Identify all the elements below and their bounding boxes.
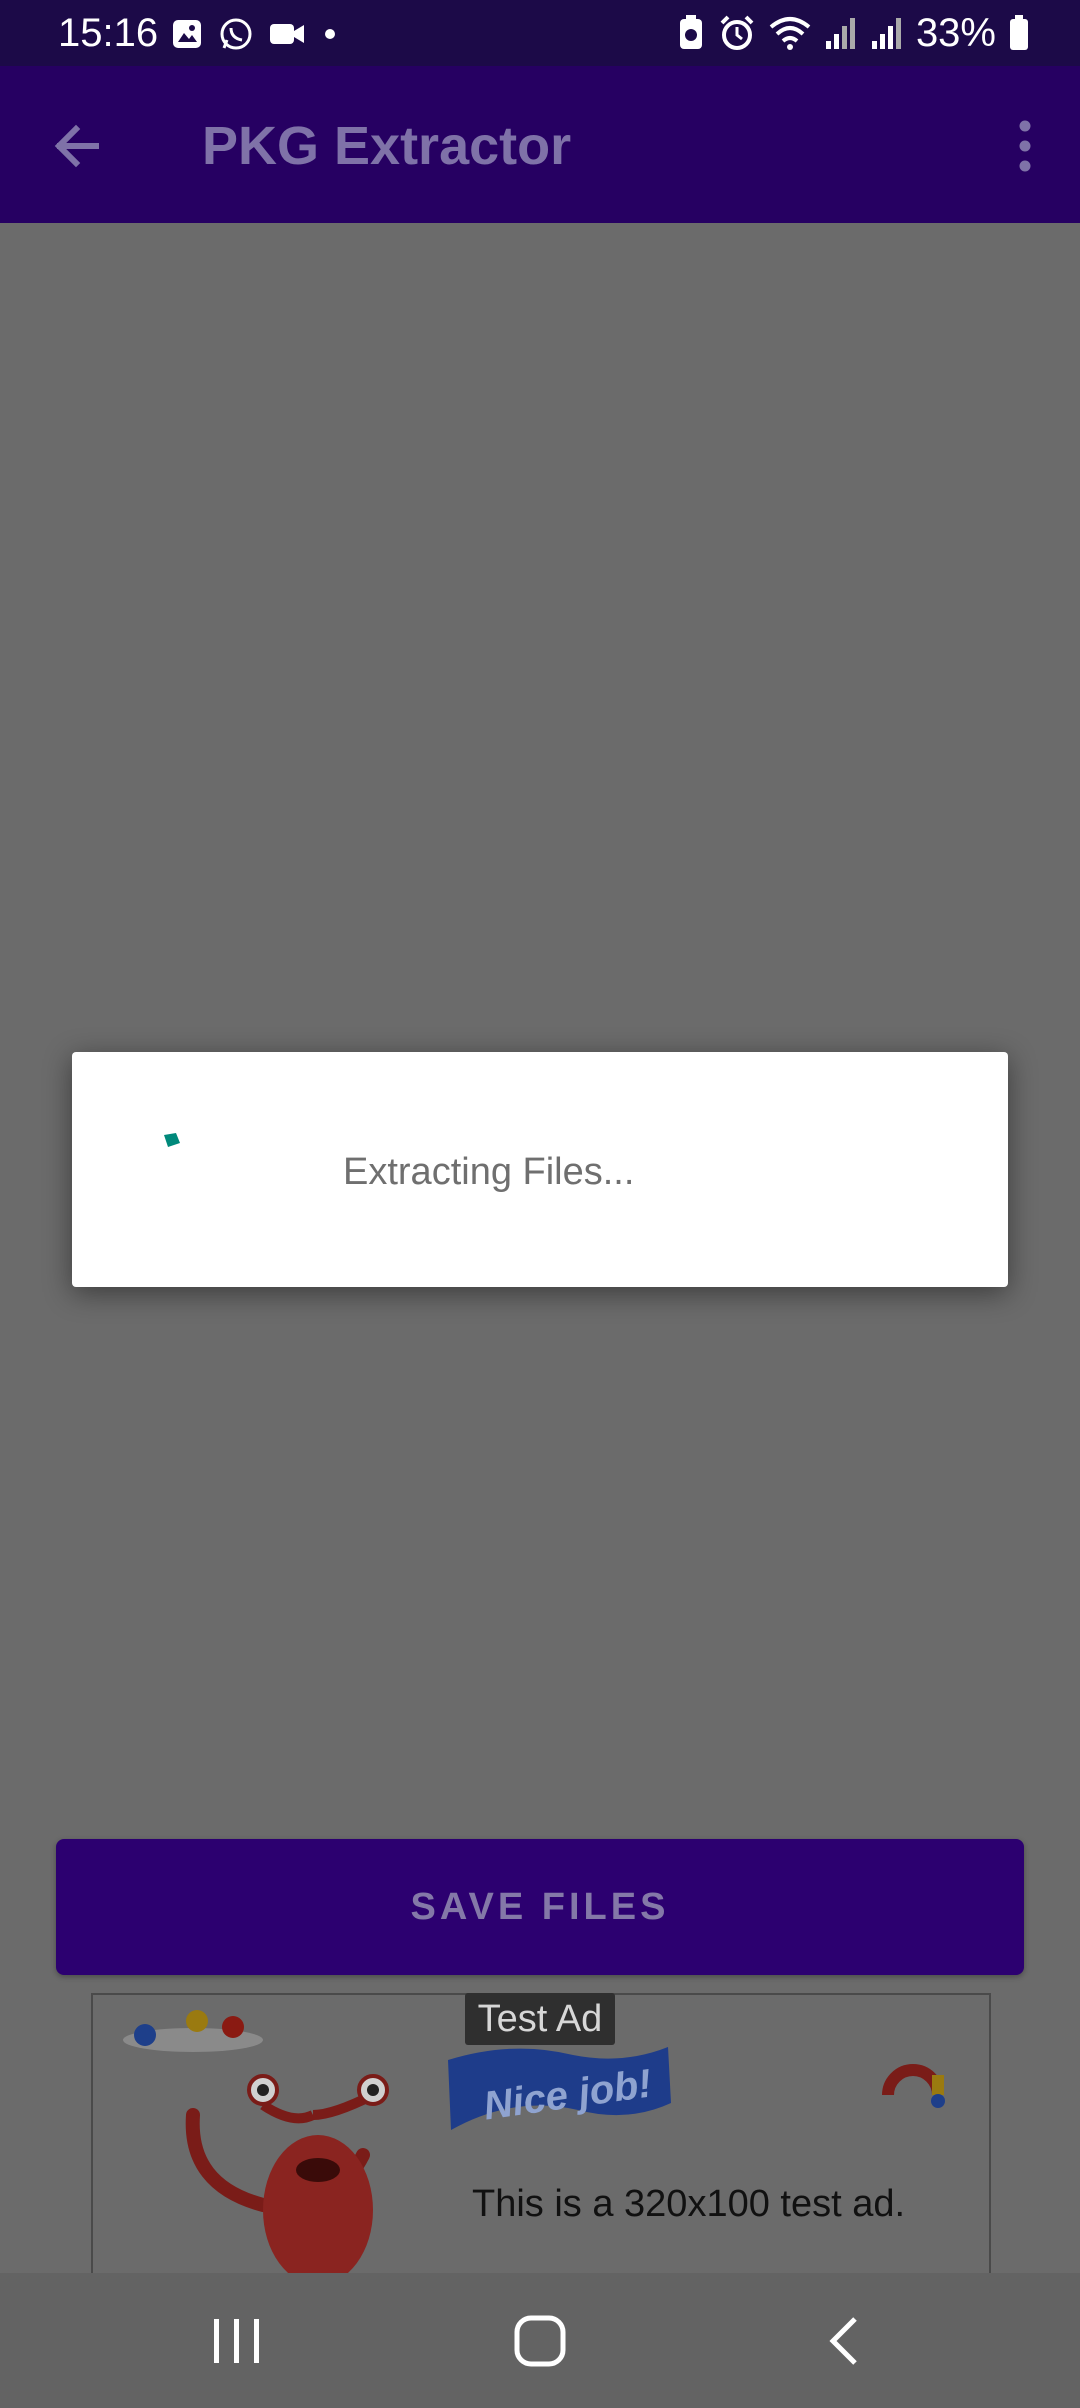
test-ad-badge: Test Ad xyxy=(465,1993,615,2045)
dialog-message: Extracting Files... xyxy=(343,1151,635,1193)
back-button[interactable] xyxy=(48,116,108,176)
status-system-icons: 33% xyxy=(676,8,1030,58)
status-bar: 15:16 33% xyxy=(0,0,1080,66)
recent-apps-icon xyxy=(214,2319,259,2363)
wifi-icon xyxy=(769,17,811,50)
dot-icon xyxy=(325,29,335,39)
status-notification-icons xyxy=(170,14,340,54)
signal-icon xyxy=(871,18,901,49)
battery-percent: 33% xyxy=(915,11,996,55)
home-button[interactable] xyxy=(500,2303,580,2379)
ad-description: This is a 320x100 test ad. xyxy=(472,2183,906,2225)
navigation-bar xyxy=(0,2273,1080,2408)
loading-spinner-icon xyxy=(164,1133,180,1147)
app-bar: PKG Extractor xyxy=(0,66,1080,223)
recent-apps-button[interactable] xyxy=(197,2303,277,2379)
back-nav-button[interactable] xyxy=(803,2303,883,2379)
overflow-menu-button[interactable] xyxy=(1000,114,1050,178)
more-vert-icon xyxy=(1019,120,1031,172)
alarm-icon xyxy=(720,15,754,50)
status-time: 15:16 xyxy=(58,11,159,55)
video-icon xyxy=(270,24,304,44)
home-icon xyxy=(514,2315,566,2367)
signal-icon xyxy=(825,18,855,49)
save-files-button[interactable]: SAVE FILES xyxy=(56,1839,1024,1975)
battery-saver-icon xyxy=(679,15,702,49)
page-title: PKG Extractor xyxy=(202,116,572,176)
battery-icon xyxy=(1010,15,1028,50)
gallery-icon xyxy=(173,20,201,48)
chevron-left-icon xyxy=(829,2317,857,2365)
whatsapp-icon xyxy=(220,18,252,50)
progress-dialog: Extracting Files... xyxy=(72,1052,1008,1287)
arrow-left-icon xyxy=(54,124,99,168)
save-files-label: SAVE FILES xyxy=(410,1885,670,1928)
